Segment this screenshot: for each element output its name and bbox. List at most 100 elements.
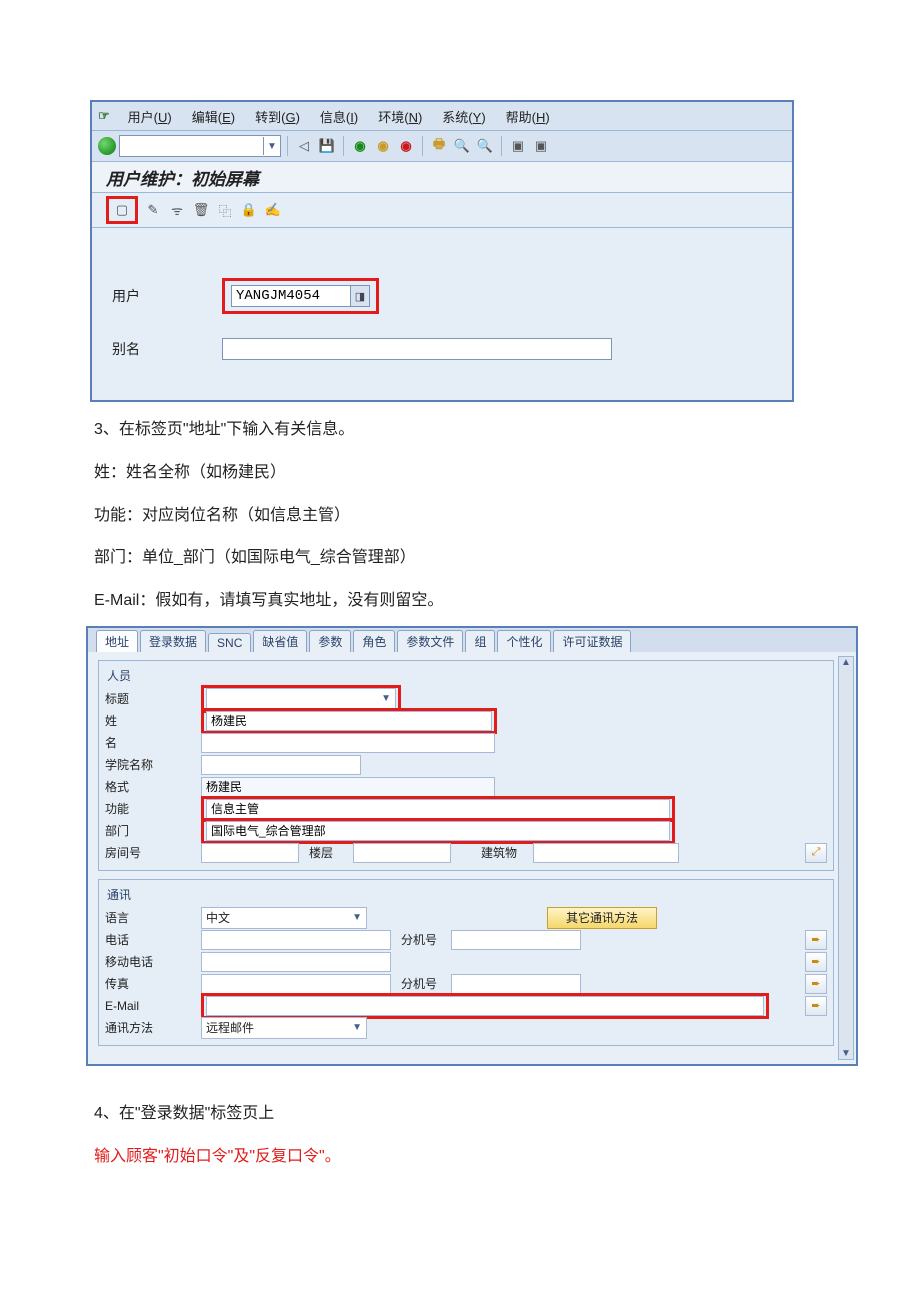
create-icon[interactable]: ▢ — [113, 201, 131, 219]
tab-groups[interactable]: 组 — [465, 630, 495, 652]
email-label: E-Mail — [105, 999, 201, 1013]
lock-icon[interactable]: 🔒 — [240, 201, 258, 219]
doc-mail: E-Mail：假如有，请填写真实地址，没有则留空。 — [94, 587, 814, 616]
cancel-icon[interactable]: ◉ — [396, 136, 416, 156]
mobile-input[interactable] — [201, 952, 391, 972]
title-label: 标题 — [105, 690, 201, 707]
change-icon[interactable]: ✎ — [144, 201, 162, 219]
app-toolbar: ▢ ✎ ᯤ 🗑 ⿻ 🔒 ✍ — [92, 193, 792, 228]
back-green-icon[interactable]: ◉ — [350, 136, 370, 156]
standard-toolbar: ▼ ◁ 💾 ◉ ◉ ◉ 🖶 🔍 🔍 ▣ ▣ — [92, 131, 792, 162]
doc-step3: 3、在标签页"地址"下输入有关信息。 — [94, 416, 814, 445]
lang-label: 语言 — [105, 909, 201, 926]
display-icon[interactable]: ᯤ — [168, 201, 186, 219]
fax-ext-input[interactable] — [451, 974, 581, 994]
expand-icon[interactable]: ⤢ — [805, 843, 827, 863]
back-icon[interactable]: ◁ — [294, 136, 314, 156]
more-fax-icon[interactable]: ➨ — [805, 974, 827, 994]
tab-defaults[interactable]: 缺省值 — [253, 630, 307, 652]
delete-icon[interactable]: 🗑 — [192, 201, 210, 219]
firstname-label: 名 — [105, 734, 201, 751]
create-highlight: ▢ — [106, 196, 138, 224]
tab-personalize[interactable]: 个性化 — [497, 630, 551, 652]
function-input[interactable] — [206, 799, 670, 819]
dept-label: 部门 — [105, 822, 201, 839]
room-input[interactable] — [201, 843, 299, 863]
enter-icon[interactable] — [98, 137, 116, 155]
password-icon[interactable]: ✍ — [264, 201, 282, 219]
menu-info[interactable]: 信息(I) — [310, 107, 368, 126]
more-phone-icon[interactable]: ➨ — [805, 930, 827, 950]
tab-logon[interactable]: 登录数据 — [140, 630, 206, 652]
doc-name: 姓：姓名全称（如杨建民） — [94, 459, 814, 488]
more-mobile-icon[interactable]: ➨ — [805, 952, 827, 972]
dept-input[interactable] — [206, 821, 670, 841]
chevron-down-icon[interactable]: ▼ — [263, 137, 280, 155]
group-comm-header: 通讯 — [107, 886, 827, 903]
chevron-down-icon[interactable]: ▼ — [352, 1022, 362, 1033]
fax-label: 传真 — [105, 975, 201, 992]
doc-func: 功能：对应岗位名称（如信息主管） — [94, 502, 814, 531]
floor-input[interactable] — [353, 843, 451, 863]
method-select[interactable]: 远程邮件▼ — [201, 1017, 367, 1039]
menu-help[interactable]: 帮助(H) — [496, 107, 560, 126]
menu-user[interactable]: 用户(U) — [118, 107, 182, 126]
sap-window-address: 地址 登录数据 SNC 缺省值 参数 角色 参数文件 组 个性化 许可证数据 ▲… — [86, 626, 858, 1066]
building-label: 建筑物 — [481, 844, 533, 861]
title-select[interactable]: ▼ — [206, 688, 396, 710]
tab-profiles[interactable]: 参数文件 — [397, 630, 463, 652]
scrollbar[interactable]: ▲▼ — [838, 656, 854, 1060]
tab-license[interactable]: 许可证数据 — [553, 630, 631, 652]
other-comm-button[interactable]: 其它通讯方法 — [547, 907, 657, 929]
surname-label: 姓 — [105, 712, 201, 729]
tab-params[interactable]: 参数 — [309, 630, 351, 652]
lang-select[interactable]: 中文▼ — [201, 907, 367, 929]
menu-env[interactable]: 环境(N) — [368, 107, 432, 126]
menu-goto[interactable]: 转到(G) — [245, 107, 310, 126]
print-icon[interactable]: 🖶 — [429, 136, 449, 156]
more-email-icon[interactable]: ➨ — [805, 996, 827, 1016]
acad-label: 学院名称 — [105, 756, 201, 773]
surname-input[interactable] — [206, 711, 492, 731]
scroll-up-icon[interactable]: ▲ — [841, 657, 851, 668]
new-session-icon[interactable]: ▣ — [508, 136, 528, 156]
chevron-down-icon[interactable]: ▼ — [381, 693, 391, 704]
command-field[interactable]: ▼ — [119, 135, 281, 157]
firstname-input[interactable] — [201, 733, 495, 753]
search-help-icon[interactable]: ◨ — [351, 285, 370, 307]
user-input[interactable] — [231, 285, 351, 307]
menu-edit[interactable]: 编辑(E) — [182, 107, 245, 126]
user-label: 用户 — [112, 286, 222, 306]
tab-address[interactable]: 地址 — [96, 630, 138, 652]
building-input[interactable] — [533, 843, 679, 863]
acad-input[interactable] — [201, 755, 361, 775]
format-label: 格式 — [105, 778, 201, 795]
email-input[interactable] — [206, 996, 764, 1016]
screen-title: 用户维护：初始屏幕 — [92, 162, 792, 193]
exit-icon[interactable]: ◉ — [373, 136, 393, 156]
scroll-down-icon[interactable]: ▼ — [841, 1048, 851, 1059]
copy-icon[interactable]: ⿻ — [216, 201, 234, 219]
phone-input[interactable] — [201, 930, 391, 950]
ext-input[interactable] — [451, 930, 581, 950]
fax-input[interactable] — [201, 974, 391, 994]
group-comm: 通讯 语言 中文▼ 其它通讯方法 电话 分机号 ➨ 移动电 — [98, 879, 834, 1046]
alias-label: 别名 — [112, 339, 222, 359]
user-highlight: ◨ — [222, 278, 379, 314]
shortcut-icon[interactable]: ▣ — [531, 136, 551, 156]
save-icon[interactable]: 💾 — [317, 136, 337, 156]
find-next-icon[interactable]: 🔍 — [475, 136, 495, 156]
surname-highlight — [201, 708, 497, 734]
tab-snc[interactable]: SNC — [208, 633, 251, 652]
doc-step4: 4、在"登录数据"标签页上 — [94, 1100, 814, 1129]
alias-input[interactable] — [222, 338, 612, 360]
chevron-down-icon[interactable]: ▼ — [352, 912, 362, 923]
find-icon[interactable]: 🔍 — [452, 136, 472, 156]
menu-indicator-icon: ☞ — [98, 108, 110, 124]
tab-panel: ▲▼ 人员 标题 ▼ 姓 名 — [88, 652, 856, 1064]
menu-system[interactable]: 系统(Y) — [432, 107, 495, 126]
tab-roles[interactable]: 角色 — [353, 630, 395, 652]
floor-label: 楼层 — [309, 844, 353, 861]
ext-label: 分机号 — [401, 931, 451, 948]
doc-dept: 部门：单位_部门（如国际电气_综合管理部） — [94, 544, 814, 573]
